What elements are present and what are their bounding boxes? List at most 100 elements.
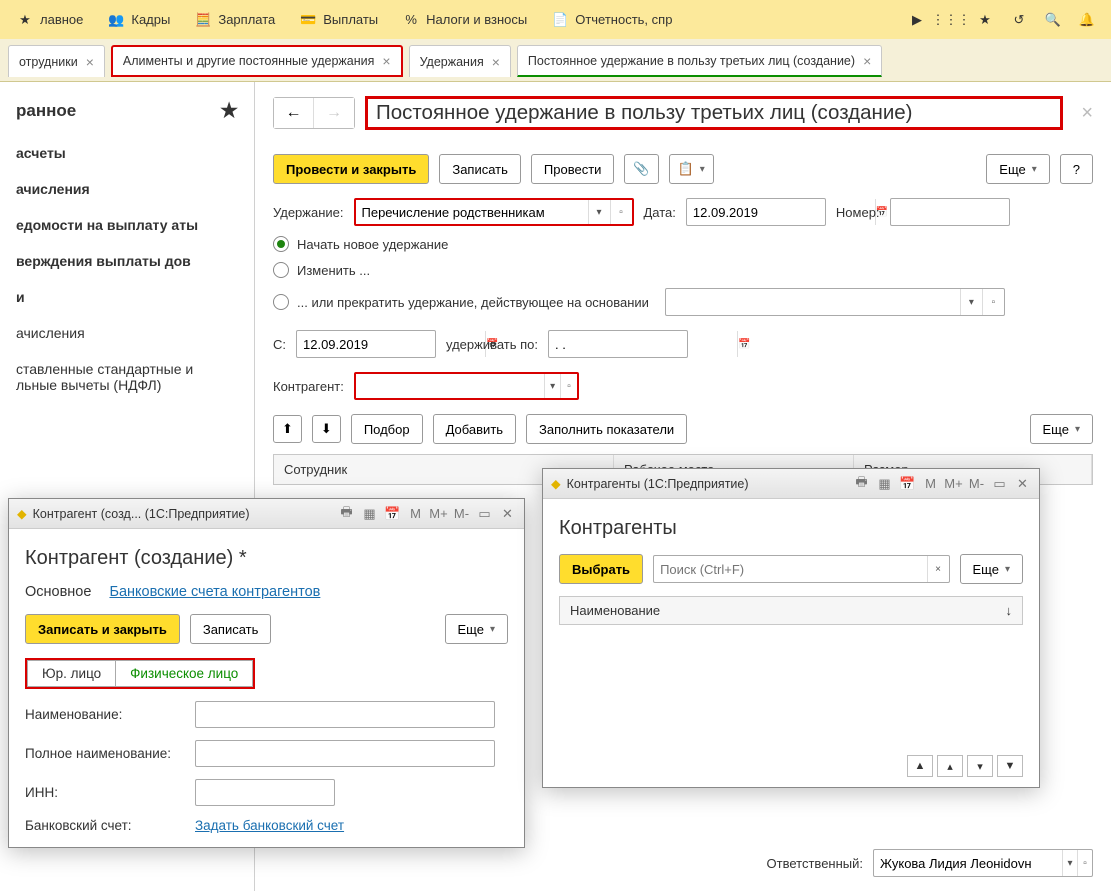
bank-link[interactable]: Задать банковский счет: [195, 818, 344, 833]
dropdown-icon[interactable]: ▾: [588, 200, 610, 224]
nav-home[interactable]: ★лавное: [4, 0, 95, 39]
more-button[interactable]: Еще▾: [445, 614, 508, 644]
back-button[interactable]: ←: [274, 98, 314, 128]
minimize-icon[interactable]: ▭: [991, 475, 1008, 492]
number-input[interactable]: [891, 199, 1079, 225]
podbor-button[interactable]: Подбор: [351, 414, 423, 444]
m-icon[interactable]: M: [922, 475, 939, 492]
sidebar-item[interactable]: верждения выплаты дов: [12, 243, 242, 279]
m-icon[interactable]: M: [407, 505, 424, 522]
responsible-input[interactable]: [874, 850, 1062, 876]
search-field[interactable]: ×: [653, 555, 949, 583]
more-button[interactable]: Еще▾: [960, 554, 1023, 584]
print-icon[interactable]: 🖶: [338, 505, 355, 522]
radio-stop[interactable]: ... или прекратить удержание, действующе…: [273, 288, 1093, 316]
move-down-button[interactable]: ⬇: [312, 415, 341, 443]
close-icon[interactable]: ×: [863, 54, 871, 68]
close-icon[interactable]: ×: [86, 55, 94, 69]
nav-vyplaty[interactable]: 💳Выплаты: [287, 0, 390, 39]
sidebar-item[interactable]: асчеты: [12, 135, 242, 171]
mplus-icon[interactable]: M+: [430, 505, 447, 522]
basis-input[interactable]: [666, 289, 960, 315]
date-field[interactable]: 📅: [686, 198, 826, 226]
radio-icon[interactable]: [273, 294, 289, 310]
kontragent-input[interactable]: [356, 374, 544, 398]
close-icon[interactable]: ✕: [499, 505, 516, 522]
apps-icon[interactable]: ⋮⋮⋮: [941, 10, 961, 30]
mminus-icon[interactable]: M-: [968, 475, 985, 492]
calendar-icon[interactable]: 📅: [899, 475, 916, 492]
close-icon[interactable]: ×: [492, 55, 500, 69]
tab-alimenty[interactable]: Алименты и другие постоянные удержания×: [111, 45, 403, 77]
nav-otchet[interactable]: 📄Отчетность, спр: [539, 0, 684, 39]
sort-icon[interactable]: ↓: [1006, 603, 1013, 618]
kontragent-field[interactable]: ▾ ▫: [354, 372, 579, 400]
search-input[interactable]: [654, 556, 926, 582]
date-to-input[interactable]: [549, 331, 737, 357]
tab-sotrudniki[interactable]: отрудники×: [8, 45, 105, 77]
tab-uderzhaniya[interactable]: Удержания×: [409, 45, 511, 77]
scroll-down-icon[interactable]: ▾: [967, 755, 993, 777]
date-from-field[interactable]: 📅: [296, 330, 436, 358]
nav-zarplata[interactable]: 🧮Зарплата: [182, 0, 287, 39]
forward-button[interactable]: →: [314, 98, 354, 128]
print-icon[interactable]: 🖶: [853, 475, 870, 492]
mplus-icon[interactable]: M+: [945, 475, 962, 492]
seg-jur[interactable]: Юр. лицо: [27, 660, 116, 687]
fullname-input[interactable]: [195, 740, 495, 767]
search-icon[interactable]: 🔍: [1043, 10, 1063, 30]
uderzhanie-field[interactable]: ▾ ▫: [354, 198, 634, 226]
open-icon[interactable]: ▫: [560, 374, 577, 398]
sidebar-item[interactable]: ачисления: [12, 315, 242, 351]
dropdown-icon[interactable]: ▾: [1062, 850, 1077, 876]
sidebar-item[interactable]: ставленные стандартные и льные вычеты (Н…: [12, 351, 242, 403]
scroll-top-icon[interactable]: ▲: [907, 755, 933, 777]
grid-icon[interactable]: ▦: [876, 475, 893, 492]
calendar-icon[interactable]: 📅: [384, 505, 401, 522]
sidebar-item[interactable]: ачисления: [12, 171, 242, 207]
zapisat-button[interactable]: Записать: [439, 154, 521, 184]
date-to-field[interactable]: 📅: [548, 330, 688, 358]
more-icon[interactable]: ▶: [907, 10, 927, 30]
dobavit-button[interactable]: Добавить: [433, 414, 516, 444]
name-input[interactable]: [195, 701, 495, 728]
calendar-icon[interactable]: 📅: [737, 331, 750, 357]
window-titlebar[interactable]: ◆ Контрагент (созд... (1С:Предприятие) 🖶…: [9, 499, 524, 529]
help-button[interactable]: ?: [1060, 154, 1093, 184]
provesti-button[interactable]: Провести: [531, 154, 615, 184]
responsible-field[interactable]: ▾ ▫: [873, 849, 1093, 877]
actions-button[interactable]: 📋▾: [669, 154, 714, 184]
more-button[interactable]: Еще▾: [1030, 414, 1093, 444]
radio-change[interactable]: Изменить ...: [273, 262, 1093, 278]
radio-icon[interactable]: [273, 236, 289, 252]
tab-osnovnoe[interactable]: Основное: [25, 584, 91, 600]
tab-postoyannoe[interactable]: Постоянное удержание в пользу третьих ли…: [517, 45, 882, 77]
history-icon[interactable]: ↺: [1009, 10, 1029, 30]
tab-bank-accounts[interactable]: Банковские счета контрагентов: [109, 584, 320, 600]
dropdown-icon[interactable]: ▾: [544, 374, 561, 398]
attach-button[interactable]: 📎: [624, 154, 658, 184]
basis-field[interactable]: ▾ ▫: [665, 288, 1005, 316]
save-close-button[interactable]: Записать и закрыть: [25, 614, 180, 644]
radio-icon[interactable]: [273, 262, 289, 278]
bell-icon[interactable]: 🔔: [1077, 10, 1097, 30]
more-button[interactable]: Еще▾: [986, 154, 1049, 184]
radio-start[interactable]: Начать новое удержание: [273, 236, 1093, 252]
mminus-icon[interactable]: M-: [453, 505, 470, 522]
sidebar-item[interactable]: и: [12, 279, 242, 315]
select-button[interactable]: Выбрать: [559, 554, 643, 584]
dropdown-icon[interactable]: ▾: [960, 289, 982, 315]
zapolnit-button[interactable]: Заполнить показатели: [526, 414, 687, 444]
minimize-icon[interactable]: ▭: [476, 505, 493, 522]
close-icon[interactable]: ×: [382, 54, 390, 68]
nav-nalogi[interactable]: %Налоги и взносы: [390, 0, 539, 39]
inn-input[interactable]: [195, 779, 335, 806]
open-icon[interactable]: ▫: [1077, 850, 1092, 876]
provesti-zakryt-button[interactable]: Провести и закрыть: [273, 154, 429, 184]
seg-fiz[interactable]: Физическое лицо: [116, 660, 253, 687]
close-icon[interactable]: ✕: [1014, 475, 1031, 492]
nav-kadry[interactable]: 👥Кадры: [95, 0, 182, 39]
grid-icon[interactable]: ▦: [361, 505, 378, 522]
list-header[interactable]: Наименование ↓: [559, 596, 1023, 625]
close-icon[interactable]: ×: [1081, 102, 1093, 125]
